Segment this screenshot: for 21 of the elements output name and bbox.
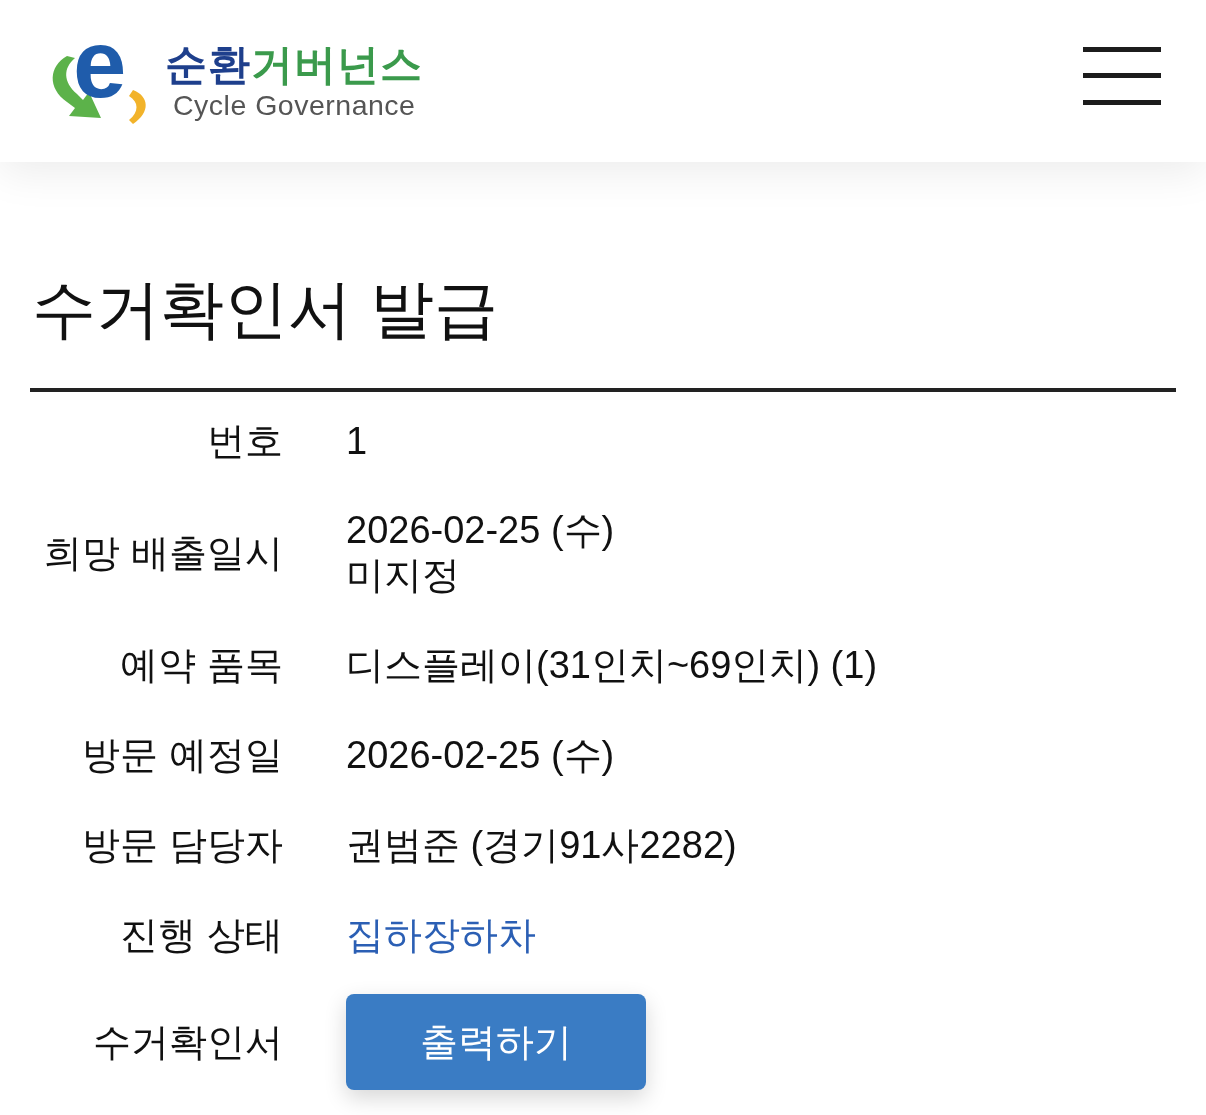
detail-label: 번호: [206, 419, 283, 464]
logo-title: 순환거버넌스: [165, 41, 423, 89]
detail-label: 예약 품목: [119, 643, 283, 688]
detail-label: 방문 예정일: [81, 733, 283, 778]
menu-icon: [1083, 47, 1161, 105]
detail-label: 희망 배출일시: [43, 531, 283, 576]
detail-value: 2026-02-25 (수): [346, 732, 615, 778]
detail-label: 방문 담당자: [81, 823, 283, 868]
logo-letter: e: [73, 16, 127, 112]
status-value: 집하장하차: [346, 912, 536, 958]
detail-label: 진행 상태: [119, 913, 283, 958]
detail-value: 2026-02-25 (수): [346, 508, 615, 553]
detail-label: 수거확인서: [92, 1020, 283, 1065]
detail-value: 디스플레이(31인치~69인치) (1): [346, 642, 878, 688]
detail-value: 권범준 (경기91사2282): [346, 822, 737, 868]
logo-subtitle: Cycle Governance: [173, 89, 417, 121]
page-title: 수거확인서 발급: [32, 272, 499, 347]
detail-value: 미지정: [346, 553, 461, 598]
menu-button[interactable]: [1083, 47, 1161, 105]
detail-value: 1: [346, 418, 368, 464]
print-button[interactable]: 출력하기: [346, 994, 646, 1090]
